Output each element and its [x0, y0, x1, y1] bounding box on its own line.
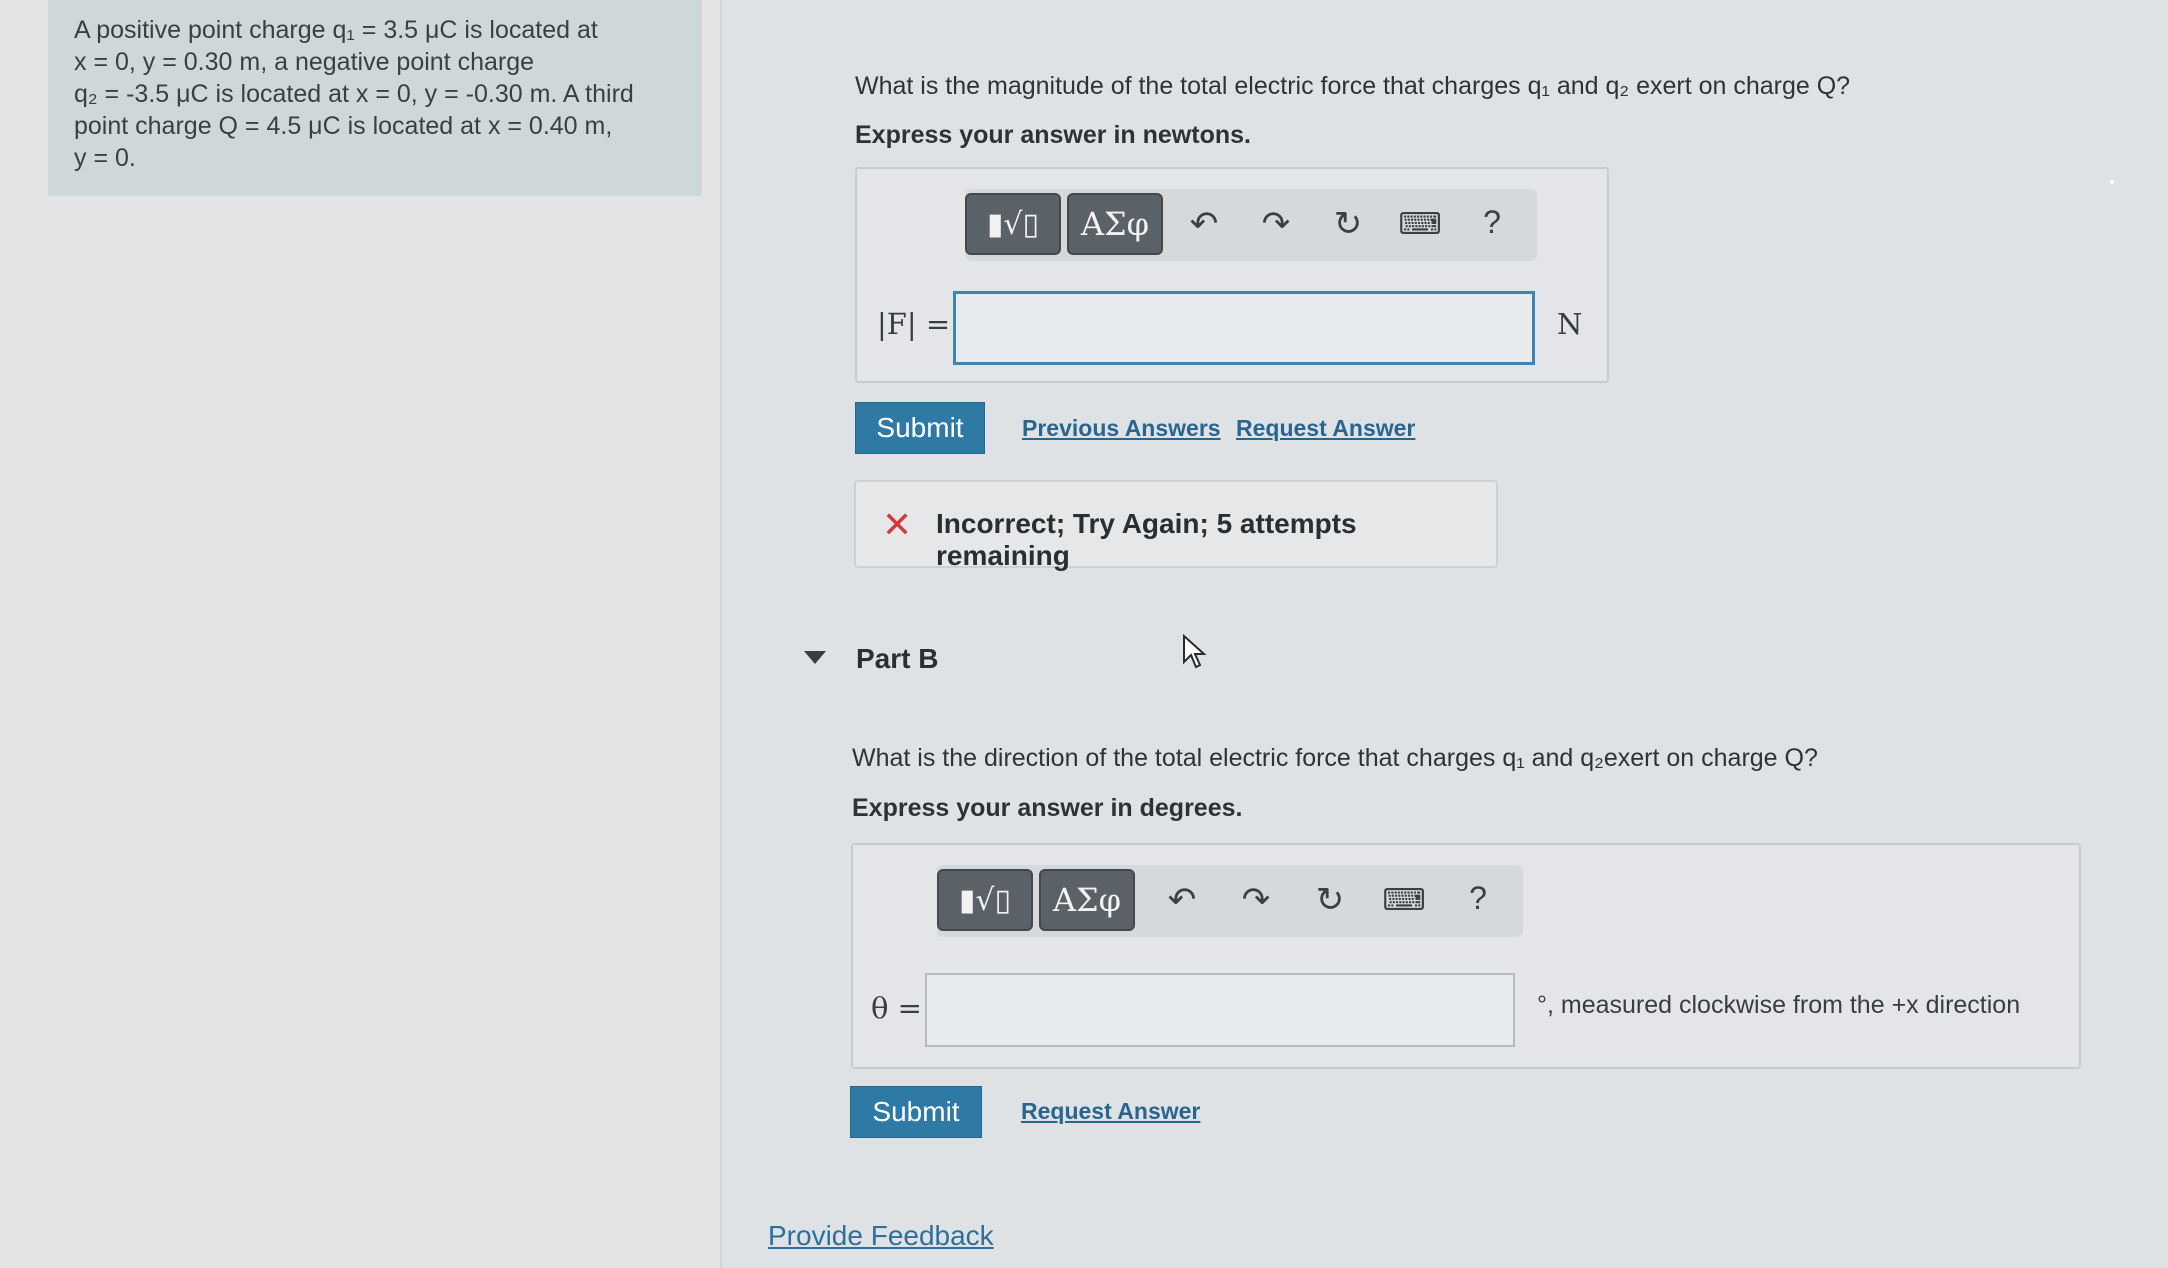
screen-speck	[2110, 180, 2114, 184]
request-answer-link[interactable]: Request Answer	[1236, 415, 1415, 442]
provide-feedback-link[interactable]: Provide Feedback	[768, 1220, 994, 1252]
reset-icon[interactable]: ↻	[1325, 199, 1371, 249]
greek-symbols-button[interactable]: ΑΣφ	[1039, 869, 1135, 931]
problem-line: y = 0.	[74, 144, 136, 172]
magnitude-label: |F| =	[877, 307, 951, 341]
part-b-answer-panel: ▮√▯ ΑΣφ ↶ ↷ ↻ ⌨ ? θ = °, measured clockw…	[851, 843, 2081, 1069]
direction-input[interactable]	[925, 973, 1515, 1047]
mouse-cursor-icon	[1182, 633, 1208, 675]
part-b-question: What is the direction of the total elect…	[852, 744, 1818, 772]
help-icon[interactable]: ?	[1469, 197, 1515, 247]
feedback-message: ✕ Incorrect; Try Again; 5 attempts remai…	[854, 480, 1498, 571]
part-b-instruction: Express your answer in degrees.	[852, 794, 1243, 822]
problem-statement: A positive point charge q₁ = 3.5 μC is l…	[48, 0, 702, 196]
reset-icon[interactable]: ↻	[1307, 875, 1353, 925]
undo-icon[interactable]: ↶	[1181, 199, 1227, 249]
magnitude-input[interactable]	[953, 291, 1535, 365]
keyboard-icon[interactable]: ⌨	[1381, 875, 1427, 925]
problem-line: point charge Q = 4.5 μC is located at x …	[74, 112, 613, 140]
templates-button[interactable]: ▮√▯	[965, 193, 1061, 255]
keyboard-icon[interactable]: ⌨	[1397, 199, 1443, 249]
direction-unit-label: °, measured clockwise from the +x direct…	[1537, 991, 2021, 1019]
feedback-text: Incorrect; Try Again; 5 attempts remaini…	[936, 508, 1357, 571]
redo-icon[interactable]: ↷	[1253, 199, 1299, 249]
greek-symbols-button[interactable]: ΑΣφ	[1067, 193, 1163, 255]
redo-icon[interactable]: ↷	[1233, 875, 1279, 925]
part-a-question: What is the magnitude of the total elect…	[855, 72, 1851, 100]
undo-icon[interactable]: ↶	[1159, 875, 1205, 925]
direction-label: θ =	[871, 991, 922, 1025]
part-b-title[interactable]: Part B	[856, 643, 938, 675]
part-b-math-toolbar: ▮√▯ ΑΣφ ↶ ↷ ↻ ⌨ ?	[937, 865, 1523, 937]
request-answer-link[interactable]: Request Answer	[1021, 1098, 1200, 1125]
left-pane: A positive point charge q₁ = 3.5 μC is l…	[0, 0, 722, 1268]
submit-button[interactable]: Submit	[850, 1086, 982, 1138]
part-a-instruction: Express your answer in newtons.	[855, 121, 1251, 149]
problem-line: q₂ = -3.5 μC is located at x = 0, y = -0…	[74, 80, 634, 108]
part-a-math-toolbar: ▮√▯ ΑΣφ ↶ ↷ ↻ ⌨ ?	[965, 189, 1537, 261]
part-a-answer-panel: ▮√▯ ΑΣφ ↶ ↷ ↻ ⌨ ? |F| = N	[855, 167, 1609, 383]
problem-line: A positive point charge q₁ = 3.5 μC is l…	[74, 16, 598, 44]
incorrect-x-icon: ✕	[882, 504, 913, 545]
collapse-caret-icon[interactable]	[804, 651, 826, 664]
previous-answers-link[interactable]: Previous Answers	[1022, 415, 1221, 442]
submit-button[interactable]: Submit	[855, 402, 985, 454]
problem-line: x = 0, y = 0.30 m, a negative point char…	[74, 48, 535, 76]
help-icon[interactable]: ?	[1455, 873, 1501, 923]
unit-label: N	[1557, 307, 1583, 341]
templates-button[interactable]: ▮√▯	[937, 869, 1033, 931]
